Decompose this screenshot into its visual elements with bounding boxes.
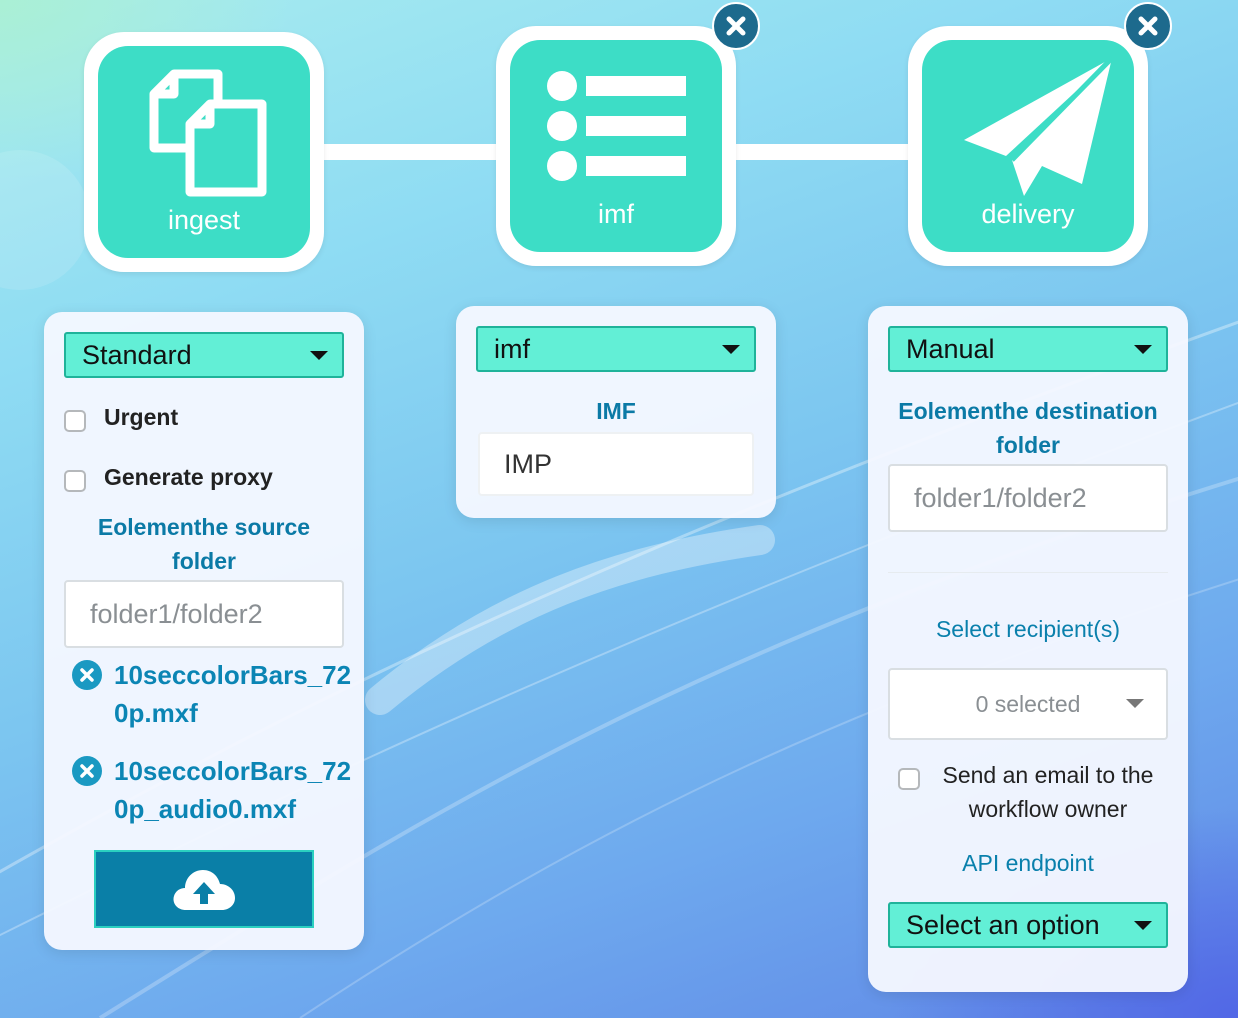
- chevron-down-icon: [310, 351, 328, 360]
- close-icon: [1138, 16, 1158, 36]
- urgent-checkbox[interactable]: [64, 410, 86, 432]
- chevron-down-icon: [1134, 345, 1152, 354]
- node-label-ingest: ingest: [167, 205, 241, 235]
- delivery-mode-value: Manual: [906, 333, 995, 364]
- paper-plane-icon: [964, 56, 1112, 196]
- generate-proxy-label: Generate proxy: [104, 464, 273, 490]
- destination-folder-placeholder: folder1/folder2: [914, 482, 1087, 513]
- node-label-delivery: delivery: [981, 199, 1075, 229]
- upload-button[interactable]: [94, 850, 314, 928]
- file-name: 10seccolorBars_720p_audio0.mxf: [114, 756, 352, 824]
- recipients-label: Select recipient(s): [935, 616, 1121, 642]
- remove-file-button[interactable]: [72, 660, 102, 690]
- list-icon: [547, 71, 686, 181]
- delivery-config-panel: Manual Eolementhe destination folder fol…: [868, 306, 1188, 992]
- files-icon: [149, 69, 267, 197]
- email-owner-label: Send an email to the workflow owner: [942, 762, 1154, 822]
- chevron-down-icon: [1134, 921, 1152, 930]
- chevron-down-icon: [1126, 699, 1144, 708]
- connector-imf-delivery: [730, 144, 916, 160]
- divider: [888, 572, 1168, 573]
- imf-config-panel: imf IMF IMP: [456, 306, 776, 518]
- delivery-mode-select[interactable]: Manual: [888, 326, 1168, 372]
- cloud-upload-icon: [173, 870, 235, 910]
- remove-node-imf-button[interactable]: [712, 2, 760, 50]
- ingest-mode-select[interactable]: Standard: [64, 332, 344, 378]
- generate-proxy-checkbox[interactable]: [64, 470, 86, 492]
- connector-ingest-imf: [318, 144, 504, 160]
- ingest-config-panel: Standard Urgent Generate proxy Eolementh…: [44, 312, 364, 950]
- remove-file-button[interactable]: [72, 756, 102, 786]
- api-endpoint-label: API endpoint: [962, 850, 1094, 876]
- destination-folder-input[interactable]: folder1/folder2: [888, 464, 1168, 532]
- workflow-node-ingest[interactable]: ingest: [84, 32, 324, 272]
- source-folder-placeholder: folder1/folder2: [90, 598, 263, 629]
- recipients-value: 0 selected: [975, 690, 1081, 717]
- source-folder-input[interactable]: folder1/folder2: [64, 580, 344, 648]
- file-item: 10seccolorBars_720p_audio0.mxf: [72, 752, 351, 832]
- chevron-down-icon: [722, 345, 740, 354]
- workflow-node-imf[interactable]: imf: [496, 26, 736, 266]
- ingest-mode-value: Standard: [82, 339, 192, 370]
- email-owner-checkbox[interactable]: [898, 768, 920, 790]
- destination-folder-label: Eolementhe destination folder: [898, 398, 1158, 458]
- api-endpoint-value: Select an option: [906, 909, 1100, 940]
- file-name: 10seccolorBars_720p.mxf: [114, 660, 352, 728]
- close-icon: [80, 764, 94, 778]
- close-icon: [726, 16, 746, 36]
- file-item: 10seccolorBars_720p.mxf: [72, 656, 351, 736]
- imf-field-input[interactable]: IMP: [478, 432, 754, 496]
- source-folder-label: Eolementhe source folder: [97, 514, 311, 574]
- close-icon: [80, 668, 94, 682]
- imf-type-select[interactable]: imf: [476, 326, 756, 372]
- urgent-label: Urgent: [104, 404, 179, 430]
- imf-field-value: IMP: [504, 448, 553, 479]
- api-endpoint-select[interactable]: Select an option: [888, 902, 1168, 948]
- imf-type-value: imf: [494, 333, 530, 364]
- imf-field-label: IMF: [596, 398, 636, 424]
- remove-node-delivery-button[interactable]: [1124, 2, 1172, 50]
- node-label-imf: imf: [598, 199, 634, 229]
- workflow-node-delivery[interactable]: delivery: [908, 26, 1148, 266]
- recipients-select[interactable]: 0 selected: [888, 668, 1168, 740]
